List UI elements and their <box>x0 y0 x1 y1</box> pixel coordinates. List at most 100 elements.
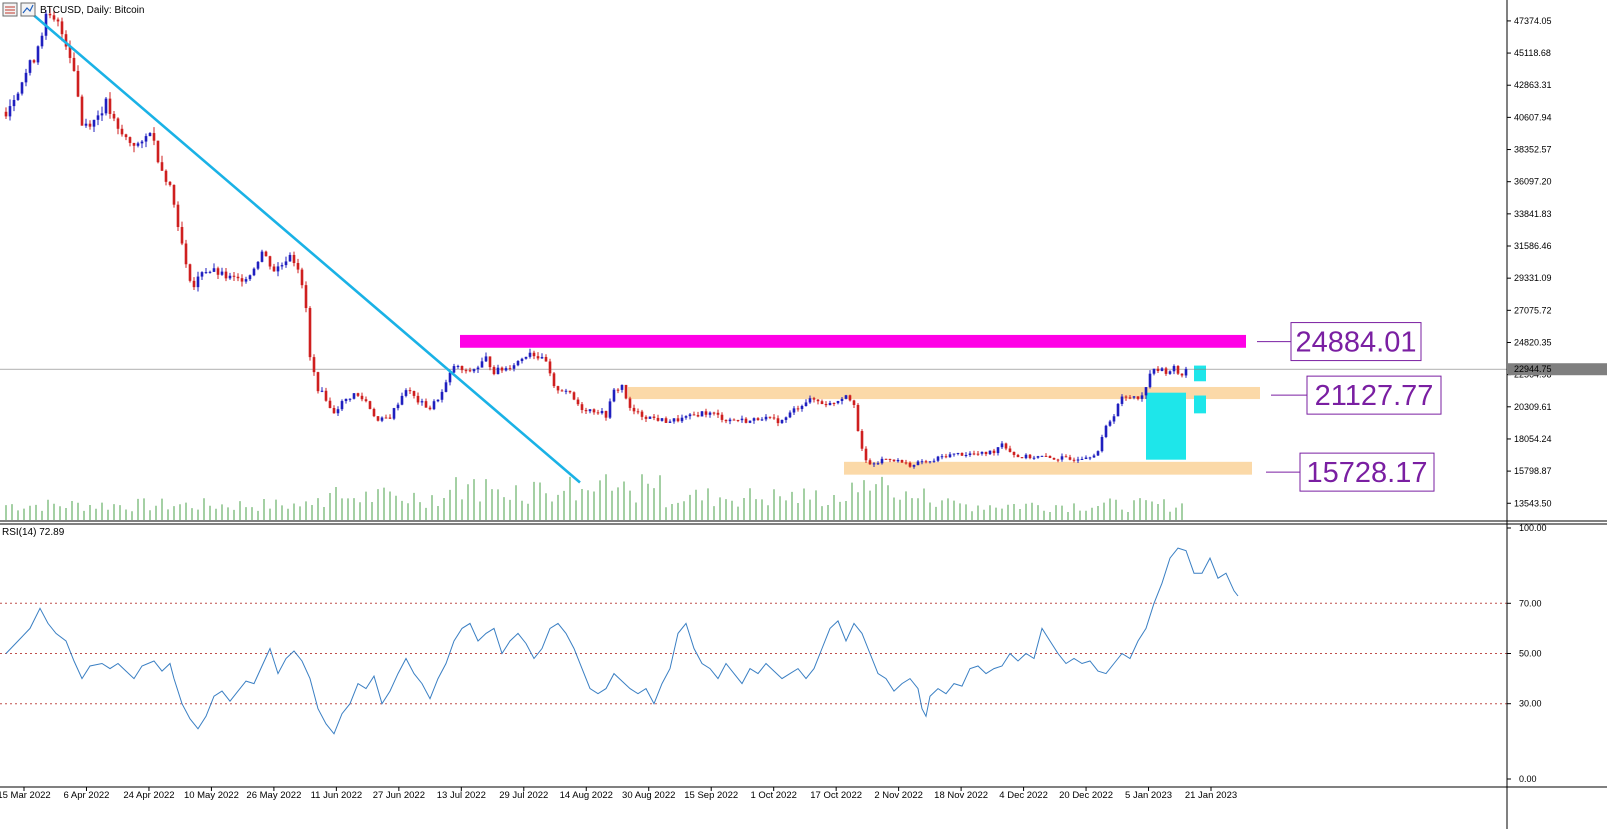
chart-window[interactable]: 24884.01 21127.77 15728.17 47374.05 45118.6… <box>0 0 1607 829</box>
price-tick-label: 29331.09 <box>1514 273 1552 283</box>
candle-bull <box>940 456 944 458</box>
candle-bear <box>152 133 156 141</box>
downtrend-line <box>29 10 581 484</box>
candle-bull <box>612 389 616 402</box>
candle-bear <box>1004 443 1008 449</box>
list-icon[interactable] <box>2 2 18 17</box>
candle-bear <box>1028 454 1032 459</box>
date-label: 11 Jun 2022 <box>311 790 363 801</box>
candle-bull <box>204 272 208 274</box>
candle-bear <box>552 373 556 387</box>
candle-bull <box>980 451 984 454</box>
candle-bear <box>332 407 336 414</box>
candle-bear <box>128 137 132 143</box>
breakout-marker <box>1194 395 1206 414</box>
candle-bear <box>188 264 192 281</box>
price-tick-label: 18054.24 <box>1514 434 1552 444</box>
candle-bear <box>4 111 8 117</box>
candle-bull <box>352 393 356 399</box>
candle-bear <box>888 458 892 460</box>
candle-bull <box>320 390 324 392</box>
candle-bear <box>756 418 760 421</box>
candle-bull <box>844 395 848 399</box>
candle-bear <box>976 453 980 455</box>
date-label: 15 Sep 2022 <box>684 790 738 801</box>
candle-bear <box>724 419 728 422</box>
rsi-line <box>5 547 1239 735</box>
candle-bear <box>616 389 620 391</box>
candle-bull <box>440 391 444 400</box>
candle-bear <box>88 123 92 127</box>
candle-bull <box>1104 425 1108 438</box>
candle-bear <box>192 280 196 288</box>
candle-bull <box>220 271 224 275</box>
symbol-label: BTCUSD, Daily: Bitcoin <box>40 5 144 16</box>
price-panel[interactable]: 24884.01 21127.77 15728.17 <box>0 8 1507 520</box>
candle-bear <box>892 459 896 462</box>
candle-bull <box>968 453 972 455</box>
candle-bear <box>216 268 220 275</box>
candle-bear <box>164 170 168 182</box>
candle-bear <box>236 276 240 279</box>
candle-bear <box>384 417 388 419</box>
rsi-panel[interactable] <box>0 547 1507 735</box>
price-tick-label: 31586.46 <box>1514 241 1552 251</box>
candle-bull <box>928 461 932 463</box>
candle-bear <box>360 395 364 400</box>
candle-bull <box>284 261 288 266</box>
candle-bear <box>584 409 588 412</box>
candle-bear <box>592 409 596 413</box>
candle-bear <box>376 416 380 421</box>
candle-bull <box>16 93 20 100</box>
candle-bull <box>932 460 936 462</box>
candle-bull <box>392 408 396 419</box>
candle-bull <box>608 401 612 418</box>
candle-bear <box>460 365 464 371</box>
date-label: 29 Jul 2022 <box>499 790 548 801</box>
candle-bear <box>560 390 564 392</box>
candle-bear <box>268 256 272 267</box>
candle-bear <box>652 416 656 418</box>
rsi-tick-label: 70.00 <box>1519 598 1542 608</box>
candle-bear <box>576 399 580 405</box>
candle-bear <box>160 162 164 171</box>
candle-bear <box>972 453 976 455</box>
candle-bull <box>660 418 664 421</box>
candle-bull <box>280 265 284 267</box>
candle-bear <box>732 419 736 421</box>
candle-bull <box>104 98 108 114</box>
candle-bear <box>292 254 296 264</box>
candle-bull <box>708 412 712 415</box>
candle-bear <box>168 181 172 185</box>
candle-bull <box>336 409 340 414</box>
candle-bull <box>456 365 460 367</box>
price-chart-svg[interactable]: 24884.01 21127.77 15728.17 47374.05 45118.6… <box>0 0 1607 829</box>
candle-bull <box>916 461 920 466</box>
candle-bear <box>676 418 680 422</box>
candle-bull <box>420 401 424 403</box>
candle-bull <box>24 72 28 83</box>
price-tick-label: 38352.57 <box>1514 145 1552 155</box>
candle-bear <box>776 418 780 424</box>
candle-bear <box>76 70 80 97</box>
candle-bull <box>260 251 264 262</box>
candle-bull <box>1160 368 1164 371</box>
chart-icon[interactable] <box>20 2 36 17</box>
candle-bear <box>1072 459 1076 461</box>
candle-bull <box>1184 368 1188 376</box>
candle-bear <box>232 275 236 277</box>
candle-bull <box>1080 458 1084 460</box>
rsi-label: RSI(14) 72.89 <box>2 527 65 538</box>
candle-bull <box>504 368 508 371</box>
candle-bear <box>924 461 928 463</box>
candle-bull <box>1084 457 1088 459</box>
candle-bull <box>100 113 104 116</box>
candle-bull <box>208 271 212 273</box>
candle-bear <box>156 140 160 163</box>
support-zone-low <box>844 461 1252 475</box>
candle-bear <box>1020 457 1024 459</box>
candle-bear <box>624 384 628 399</box>
candle-bull <box>148 133 152 137</box>
candle-bear <box>532 352 536 357</box>
candle-bull <box>936 456 940 461</box>
